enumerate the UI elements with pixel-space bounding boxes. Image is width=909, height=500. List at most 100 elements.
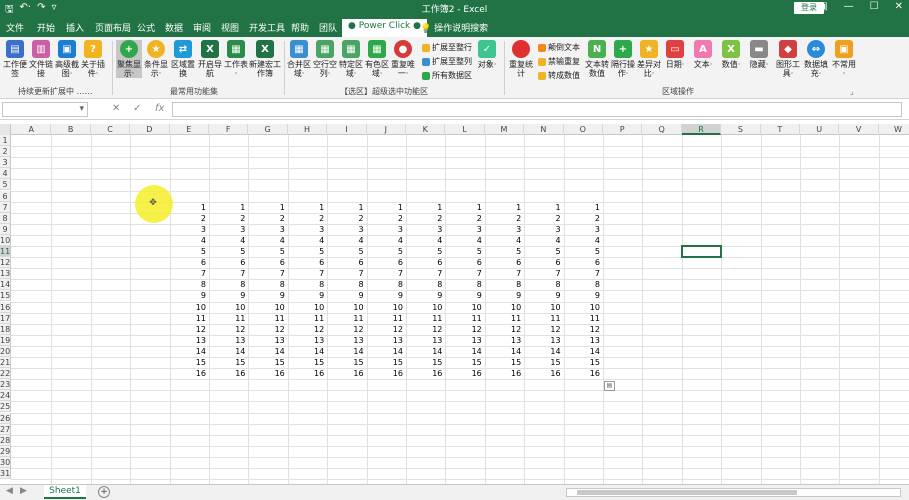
cell-h9[interactable]: 3 [288, 224, 327, 235]
cell-n16[interactable]: 10 [524, 302, 563, 313]
dialog-launcher-icon[interactable]: ⌟ [850, 87, 854, 96]
tab-file[interactable]: 文件 [6, 21, 24, 34]
cell-e18[interactable]: 12 [170, 324, 209, 335]
row-header-30[interactable]: 30 [0, 456, 11, 468]
row-header-13[interactable]: 13 [0, 268, 11, 280]
cell-i8[interactable]: 2 [327, 213, 366, 224]
cell-m10[interactable]: 4 [485, 235, 524, 246]
cell-h13[interactable]: 7 [288, 268, 327, 279]
cell-l13[interactable]: 7 [445, 268, 484, 279]
row-header-2[interactable]: 2 [0, 146, 11, 158]
row-header-5[interactable]: 5 [0, 179, 11, 191]
row-header-22[interactable]: 22 [0, 368, 11, 380]
row-header-1[interactable]: 1 [0, 135, 11, 147]
tab-data[interactable]: 数据 [165, 21, 183, 34]
cell-l11[interactable]: 5 [445, 246, 484, 257]
column-header-i[interactable]: I [327, 124, 367, 135]
cell-o14[interactable]: 8 [564, 279, 603, 290]
cell-g13[interactable]: 7 [248, 268, 287, 279]
cell-o20[interactable]: 14 [564, 346, 603, 357]
cell-f8[interactable]: 2 [209, 213, 248, 224]
row-header-7[interactable]: 7 [0, 201, 11, 213]
cell-f17[interactable]: 11 [209, 313, 248, 324]
cell-n14[interactable]: 8 [524, 279, 563, 290]
column-header-k[interactable]: K [406, 124, 446, 135]
column-header-j[interactable]: J [367, 124, 406, 135]
cell-i11[interactable]: 5 [327, 246, 366, 257]
cell-h11[interactable]: 5 [288, 246, 327, 257]
cell-e16[interactable]: 10 [170, 302, 209, 313]
enter-icon[interactable]: ✓ [133, 103, 141, 114]
column-header-d[interactable]: D [130, 124, 170, 135]
cell-l20[interactable]: 14 [445, 346, 484, 357]
row-header-21[interactable]: 21 [0, 357, 11, 369]
cell-k22[interactable]: 16 [406, 368, 445, 379]
cell-j22[interactable]: 16 [367, 368, 406, 379]
cell-e19[interactable]: 13 [170, 335, 209, 346]
cell-i9[interactable]: 3 [327, 224, 366, 235]
cell-f15[interactable]: 9 [209, 290, 248, 301]
row-header-8[interactable]: 8 [0, 212, 11, 224]
object-button[interactable]: ✓ 对象· [474, 40, 500, 69]
cell-h8[interactable]: 2 [288, 213, 327, 224]
cell-m21[interactable]: 15 [485, 357, 524, 368]
conditional-display-button[interactable]: ★ 条件显示· [143, 40, 169, 78]
alternate-rows-button[interactable]: + 隔行操作· [610, 40, 636, 78]
cell-f18[interactable]: 12 [209, 324, 248, 335]
cell-g16[interactable]: 10 [248, 302, 287, 313]
maximize-icon[interactable]: ☐ [870, 1, 879, 12]
tab-team[interactable]: 团队 [319, 21, 337, 34]
cell-f16[interactable]: 10 [209, 302, 248, 313]
cell-m18[interactable]: 12 [485, 324, 524, 335]
column-header-t[interactable]: T [761, 124, 800, 135]
cell-f21[interactable]: 15 [209, 357, 248, 368]
cell-f7[interactable]: 1 [209, 202, 248, 213]
column-header-e[interactable]: E [170, 124, 209, 135]
cell-l18[interactable]: 12 [445, 324, 484, 335]
cell-k7[interactable]: 1 [406, 202, 445, 213]
cell-h22[interactable]: 16 [288, 368, 327, 379]
cell-k11[interactable]: 5 [406, 246, 445, 257]
cell-k19[interactable]: 13 [406, 335, 445, 346]
tab-help[interactable]: 帮助 [291, 21, 309, 34]
column-header-q[interactable]: Q [642, 124, 682, 135]
column-header-o[interactable]: O [564, 124, 603, 135]
row-header-18[interactable]: 18 [0, 323, 11, 335]
tab-formulas[interactable]: 公式 [137, 21, 155, 34]
cell-e12[interactable]: 6 [170, 257, 209, 268]
cell-i7[interactable]: 1 [327, 202, 366, 213]
cell-o9[interactable]: 3 [564, 224, 603, 235]
cell-g18[interactable]: 12 [248, 324, 287, 335]
tab-power-click[interactable]: ● Power Click ● [342, 19, 427, 37]
cell-o16[interactable]: 10 [564, 302, 603, 313]
cell-h16[interactable]: 10 [288, 302, 327, 313]
cell-h7[interactable]: 1 [288, 202, 327, 213]
cell-l21[interactable]: 15 [445, 357, 484, 368]
row-header-15[interactable]: 15 [0, 290, 11, 302]
column-header-a[interactable]: A [12, 124, 52, 135]
cell-h20[interactable]: 14 [288, 346, 327, 357]
cell-j19[interactable]: 13 [367, 335, 406, 346]
cell-l16[interactable]: 10 [445, 302, 484, 313]
cell-n15[interactable]: 9 [524, 290, 563, 301]
hide-button[interactable]: ▬ 隐藏· [746, 40, 772, 69]
cell-m9[interactable]: 3 [485, 224, 524, 235]
tab-developer[interactable]: 开发工具 [249, 21, 285, 34]
cell-n10[interactable]: 4 [524, 235, 563, 246]
cell-h12[interactable]: 6 [288, 257, 327, 268]
cell-m8[interactable]: 2 [485, 213, 524, 224]
cell-e14[interactable]: 8 [170, 279, 209, 290]
row-header-23[interactable]: 23 [0, 379, 11, 391]
column-header-h[interactable]: H [288, 124, 328, 135]
cell-f11[interactable]: 5 [209, 246, 248, 257]
tab-page-layout[interactable]: 页面布局 [95, 21, 131, 34]
cell-n18[interactable]: 12 [524, 324, 563, 335]
blank-rows-button[interactable]: ▦ 空行空列· [312, 40, 338, 78]
cell-e13[interactable]: 7 [170, 268, 209, 279]
row-header-4[interactable]: 4 [0, 168, 11, 180]
cell-m15[interactable]: 9 [485, 290, 524, 301]
cell-l15[interactable]: 9 [445, 290, 484, 301]
open-navigation-button[interactable]: X 开启导航 [197, 40, 223, 78]
shape-tools-button[interactable]: ◆ 图形工具· [775, 40, 801, 78]
cell-g8[interactable]: 2 [248, 213, 287, 224]
